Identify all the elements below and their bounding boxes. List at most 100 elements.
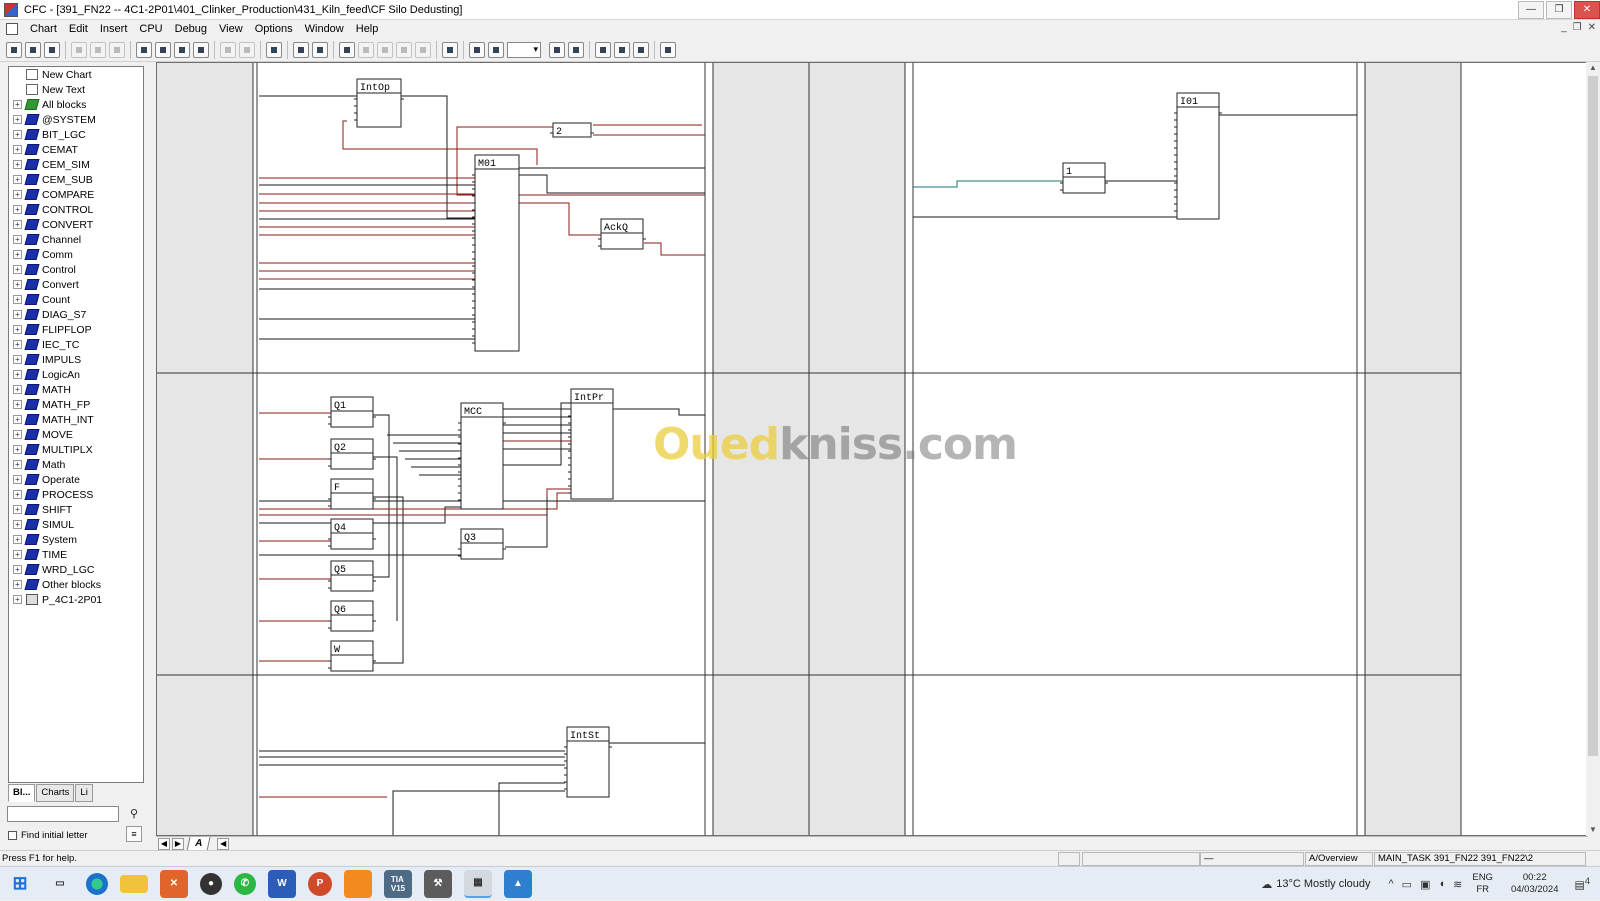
tree-item[interactable]: + MOVE — [9, 427, 143, 442]
find-initial-letter-checkbox[interactable]: Find initial letter — [8, 830, 88, 841]
tree-item[interactable]: + TIME — [9, 547, 143, 562]
tree-item[interactable]: + CEMAT — [9, 142, 143, 157]
mdi-minimize-button[interactable]: _ — [1561, 22, 1567, 33]
notification-icon[interactable]: ▤4 — [1575, 876, 1591, 892]
expand-icon[interactable]: + — [13, 460, 22, 469]
vertical-scrollbar[interactable]: ▲ ▼ — [1586, 62, 1600, 836]
tree-item[interactable]: + CEM_SIM — [9, 157, 143, 172]
expand-icon[interactable]: + — [13, 280, 22, 289]
open-icon[interactable] — [25, 41, 41, 58]
tree-item[interactable]: + MATH — [9, 382, 143, 397]
tree-item[interactable]: + MATH_FP — [9, 397, 143, 412]
expand-icon[interactable]: + — [13, 475, 22, 484]
tree-item[interactable]: + BIT_LGC — [9, 127, 143, 142]
tree-item[interactable]: + COMPARE — [9, 187, 143, 202]
layers-icon[interactable] — [595, 41, 611, 58]
menu-window[interactable]: Window — [299, 20, 350, 38]
tree-item[interactable]: + MULTIPLX — [9, 442, 143, 457]
tree-item[interactable]: + Other blocks — [9, 577, 143, 592]
split-h-icon[interactable] — [614, 41, 630, 58]
simatic-cfc-icon[interactable]: ▦ — [464, 869, 492, 898]
tree-item[interactable]: + DIAG_S7 — [9, 307, 143, 322]
undo-icon[interactable] — [358, 41, 374, 58]
catalog-icon[interactable] — [136, 41, 152, 58]
expand-icon[interactable]: + — [13, 355, 22, 364]
split-v-icon[interactable] — [633, 41, 649, 58]
tree-item[interactable]: + SHIFT — [9, 502, 143, 517]
expand-icon[interactable]: + — [13, 220, 22, 229]
expand-icon[interactable]: + — [13, 535, 22, 544]
expand-icon[interactable]: + — [13, 205, 22, 214]
tree-item[interactable]: New Text — [9, 82, 143, 97]
scroll-down-icon[interactable]: ▼ — [1586, 824, 1600, 836]
tree-item[interactable]: + IEC_TC — [9, 337, 143, 352]
tree-icon[interactable] — [174, 41, 190, 58]
menu-options[interactable]: Options — [249, 20, 299, 38]
minimize-button[interactable]: — — [1518, 1, 1544, 19]
expand-icon[interactable]: + — [13, 295, 22, 304]
test-mode-icon[interactable] — [312, 41, 328, 58]
sheet-prev-icon[interactable]: ◀ — [158, 837, 170, 850]
scroll-left-icon[interactable]: ◀ — [217, 837, 230, 850]
overview-icon[interactable] — [155, 41, 171, 58]
menu-debug[interactable]: Debug — [169, 20, 213, 38]
tree-item[interactable]: + Math — [9, 457, 143, 472]
expand-icon[interactable]: + — [13, 385, 22, 394]
help-icon[interactable] — [660, 41, 676, 58]
predecessor-icon[interactable] — [415, 41, 431, 58]
tree-item[interactable]: + Channel — [9, 232, 143, 247]
tab-charts[interactable]: Charts — [36, 784, 75, 802]
print-icon[interactable] — [44, 41, 60, 58]
expand-icon[interactable]: + — [13, 265, 22, 274]
word-icon[interactable]: W — [268, 869, 296, 898]
zoom-combo[interactable] — [507, 41, 541, 58]
menu-view[interactable]: View — [213, 20, 249, 38]
block-catalog-tree[interactable]: New Chart New Text + All blocks + @SYSTEM + BIT… — [8, 66, 144, 783]
delete-icon[interactable] — [377, 41, 393, 58]
paste-icon[interactable] — [109, 41, 125, 58]
insert-icon[interactable] — [239, 41, 255, 58]
expand-icon[interactable]: + — [13, 190, 22, 199]
tia-portal-icon[interactable]: TIA V15 — [384, 869, 412, 898]
document-system-menu-icon[interactable] — [6, 23, 18, 35]
expand-icon[interactable]: + — [13, 550, 22, 559]
tree-item[interactable]: + Comm — [9, 247, 143, 262]
expand-icon[interactable]: + — [13, 370, 22, 379]
zoom-in-icon[interactable] — [549, 41, 565, 58]
expand-icon[interactable]: + — [13, 400, 22, 409]
copy-icon[interactable] — [90, 41, 106, 58]
tree-item[interactable]: + @SYSTEM — [9, 112, 143, 127]
sheet-next-icon[interactable]: ▶ — [172, 837, 184, 850]
weather-icon[interactable]: ☁ — [1261, 878, 1272, 891]
expand-icon[interactable]: + — [13, 445, 22, 454]
battery-icon[interactable]: ▭ — [1402, 878, 1412, 891]
interconnect-icon[interactable] — [193, 41, 209, 58]
tree-item[interactable]: + IMPULS — [9, 352, 143, 367]
edge-icon[interactable] — [86, 872, 108, 895]
tab-blocks[interactable]: Bl... — [8, 784, 36, 802]
close-button[interactable]: ✕ — [1574, 1, 1600, 19]
chrome-like-icon[interactable]: ● — [200, 872, 222, 895]
tree-item[interactable]: + Convert — [9, 277, 143, 292]
tree-item[interactable]: + CEM_SUB — [9, 172, 143, 187]
expand-icon[interactable]: + — [13, 505, 22, 514]
tree-item[interactable]: + All blocks — [9, 97, 143, 112]
checkbox-box[interactable] — [8, 831, 17, 840]
chevron-up-icon[interactable]: ^ — [1389, 878, 1394, 890]
expand-icon[interactable]: + — [13, 145, 22, 154]
expand-icon[interactable]: + — [13, 115, 22, 124]
sort-icon[interactable]: ≡ — [126, 826, 142, 842]
tree-item[interactable]: New Chart — [9, 67, 143, 82]
menu-cpu[interactable]: CPU — [133, 20, 168, 38]
expand-icon[interactable]: + — [13, 340, 22, 349]
tree-item[interactable]: + SIMUL — [9, 517, 143, 532]
expand-icon[interactable]: + — [13, 430, 22, 439]
expand-icon[interactable]: + — [13, 235, 22, 244]
zoom-out-icon[interactable] — [568, 41, 584, 58]
cut-icon[interactable] — [71, 41, 87, 58]
tree-item[interactable]: + PROCESS — [9, 487, 143, 502]
expand-icon[interactable]: + — [13, 490, 22, 499]
expand-icon[interactable]: + — [13, 565, 22, 574]
menu-chart[interactable]: Chart — [24, 20, 63, 38]
start-icon[interactable]: ⊞ — [6, 870, 34, 898]
